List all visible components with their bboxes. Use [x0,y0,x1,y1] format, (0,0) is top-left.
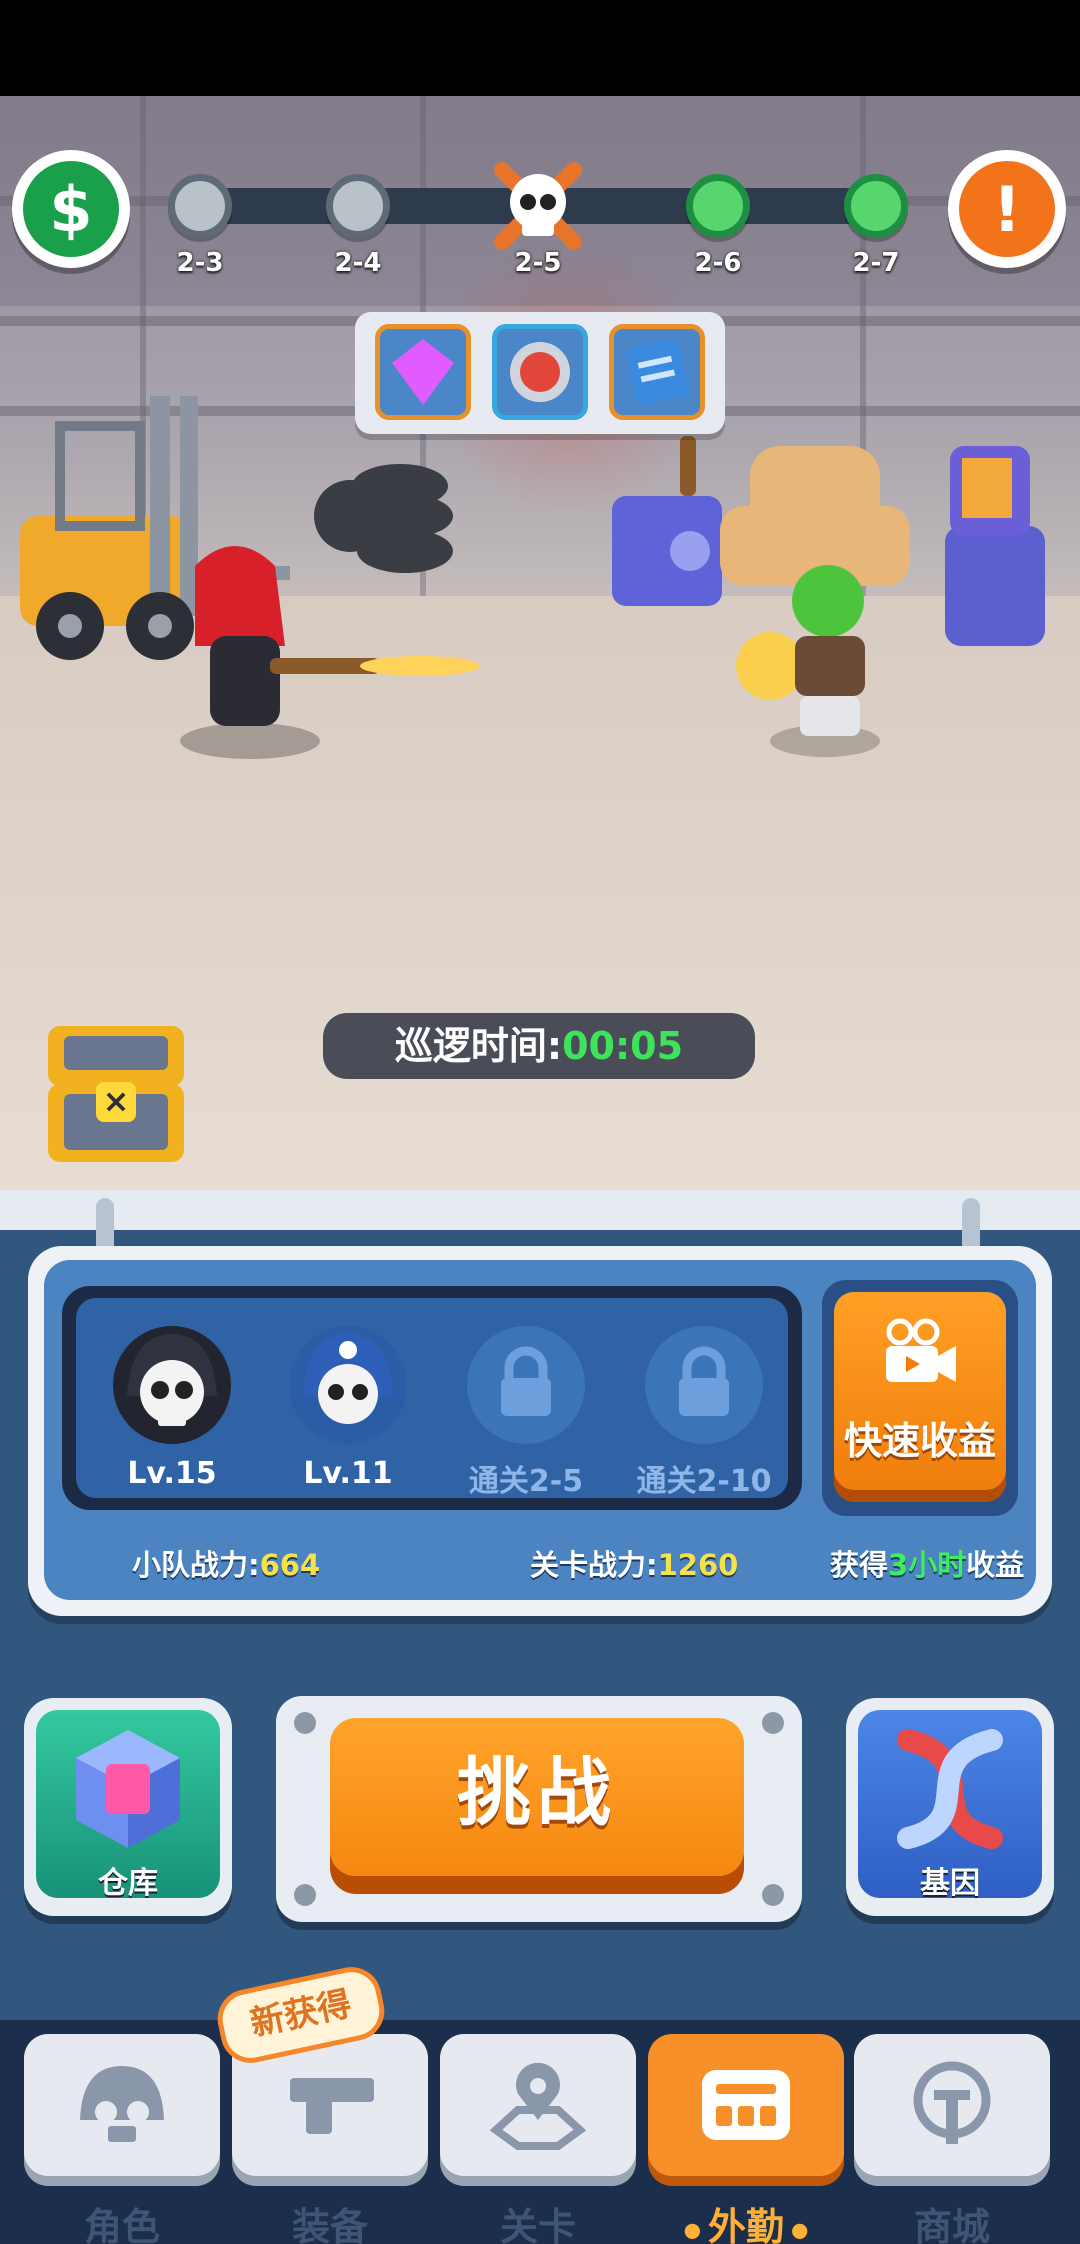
alert-button[interactable]: ! [948,150,1066,268]
blue-hero-icon [303,1334,393,1424]
sofa [720,446,910,586]
safe [612,436,722,606]
alert-icon: ! [959,161,1055,257]
patrol-label: 巡逻时间: [394,1024,563,1068]
nav-active-label: 外勤 [707,2205,784,2244]
locked-slot[interactable] [645,1326,763,1444]
stage-label: 2-7 [852,248,900,278]
squad-slots-frame: Lv.15 Lv.11 通关2-5 通关2-10 [62,1286,802,1510]
shop-icon [902,2060,1002,2150]
scenery [20,396,1045,759]
stage-power-value: 1260 [657,1548,739,1582]
nav-tab[interactable] [648,2034,844,2176]
squad-card: Lv.15 Lv.11 通关2-5 通关2-10 快速收益 小队战力:664 关卡战力… [28,1246,1052,1616]
reward-emblem[interactable] [492,324,588,420]
warehouse-face: 仓库 [36,1710,220,1901]
locked-slot[interactable] [467,1326,585,1444]
nav-active-dot: ● [683,2217,708,2242]
squad-card-inner: Lv.15 Lv.11 通关2-5 通关2-10 快速收益 小队战力:664 关卡战力… [44,1260,1036,1600]
gain-suffix: 收益 [966,1548,1025,1582]
fast-income-button[interactable]: 快速收益 [822,1280,1018,1516]
skull-icon [72,2060,172,2150]
nav-tab-label: ● 外勤 ● [638,2196,854,2244]
warehouse-box-icon [76,1730,180,1848]
gain-hours: 3小时 [888,1548,967,1582]
nav-tab[interactable] [440,2034,636,2176]
squad-slot-label: Lv.11 [303,1456,393,1491]
income-duration: 获得3小时收益 [830,1542,1024,1584]
cash-plus-icon: $ [23,161,119,257]
hero-slot[interactable] [113,1326,231,1444]
stage-power-label: 关卡战力: [530,1548,658,1582]
stage-label: 2-5 [514,248,562,278]
squad-power: 小队战力:664 [132,1542,320,1584]
hero-slot[interactable] [289,1326,407,1444]
stage-node[interactable] [326,174,390,238]
squad-slots: Lv.15 Lv.11 通关2-5 通关2-10 [76,1298,788,1499]
blueprint-icon [625,339,689,405]
nav-tab-label: 角色 [83,2205,160,2244]
lock-icon [501,1346,551,1416]
stage-rewards-box [355,312,725,434]
hero-character [180,546,480,759]
panel-header-strip [0,1190,1080,1230]
nav-tab[interactable] [24,2034,220,2176]
patrol-time: 00:05 [562,1024,684,1068]
screw [762,1884,784,1906]
warehouse-label: 仓库 [98,1866,158,1901]
squad-power-label: 小队战力: [132,1548,260,1582]
field-icon [696,2060,796,2150]
nav-active-dot: ● [784,2217,809,2242]
lock-icon [679,1346,729,1416]
cash-shop-button[interactable]: $ [12,150,130,268]
dna-icon [897,1729,1003,1849]
stage-label: 2-4 [334,248,382,278]
stage-node[interactable] [844,174,908,238]
gene-face: 基因 [858,1710,1042,1901]
reward-blueprint[interactable] [609,324,705,420]
warehouse-button[interactable]: 仓库 [24,1698,232,1916]
challenge-button[interactable]: 挑战 [330,1718,744,1876]
reward-gem[interactable] [375,324,471,420]
gene-label: 基因 [920,1866,980,1901]
nav-tab-label: 装备 [291,2205,368,2244]
squad-slot-label: 通关2-10 [636,1464,772,1499]
fast-income-label: 快速收益 [843,1419,996,1463]
stage-label: 2-3 [176,248,224,278]
bottom-nav: 角色 装备 关卡 ● 外勤 ● 商城 新获得 [0,1961,1080,2244]
idle-panel: Lv.15 Lv.11 通关2-5 通关2-10 快速收益 小队战力:664 关卡战力… [0,1190,1080,2244]
fast-income-face: 快速收益 [834,1292,1006,1490]
screw [294,1712,316,1734]
fist-emblem-icon [510,342,570,402]
skull-hero-icon [127,1334,217,1426]
map-pin-icon [488,2060,588,2150]
challenge-frame: 挑战 [276,1696,802,1922]
patrol-timer: 巡逻时间:00:05 [323,1013,755,1079]
boss-skull-icon [492,160,584,252]
video-camera-icon [886,1318,956,1382]
tv-barrel [945,446,1045,646]
nav-tab-label: 关卡 [499,2205,576,2244]
gun-icon [280,2060,380,2150]
nav-tab[interactable] [854,2034,1050,2176]
stage-label: 2-6 [694,248,742,278]
gem-icon [392,339,454,405]
svg-text:×: × [103,1082,130,1120]
squad-power-value: 664 [259,1548,321,1582]
zombie-enemy [736,565,880,757]
stage-node[interactable] [686,174,750,238]
squad-slot-label: 通关2-5 [468,1464,584,1499]
treasure-chest-icon: × [48,1026,184,1162]
nav-tab-label: 商城 [913,2205,990,2244]
treasure-chest-button[interactable]: × [44,1016,188,1166]
stage-power: 关卡战力:1260 [530,1542,738,1584]
screw [762,1712,784,1734]
tires [314,464,453,573]
stage-node[interactable] [168,174,232,238]
gain-prefix: 获得 [830,1548,889,1582]
gene-button[interactable]: 基因 [846,1698,1054,1916]
squad-slot-label: Lv.15 [127,1456,217,1491]
screw [294,1884,316,1906]
